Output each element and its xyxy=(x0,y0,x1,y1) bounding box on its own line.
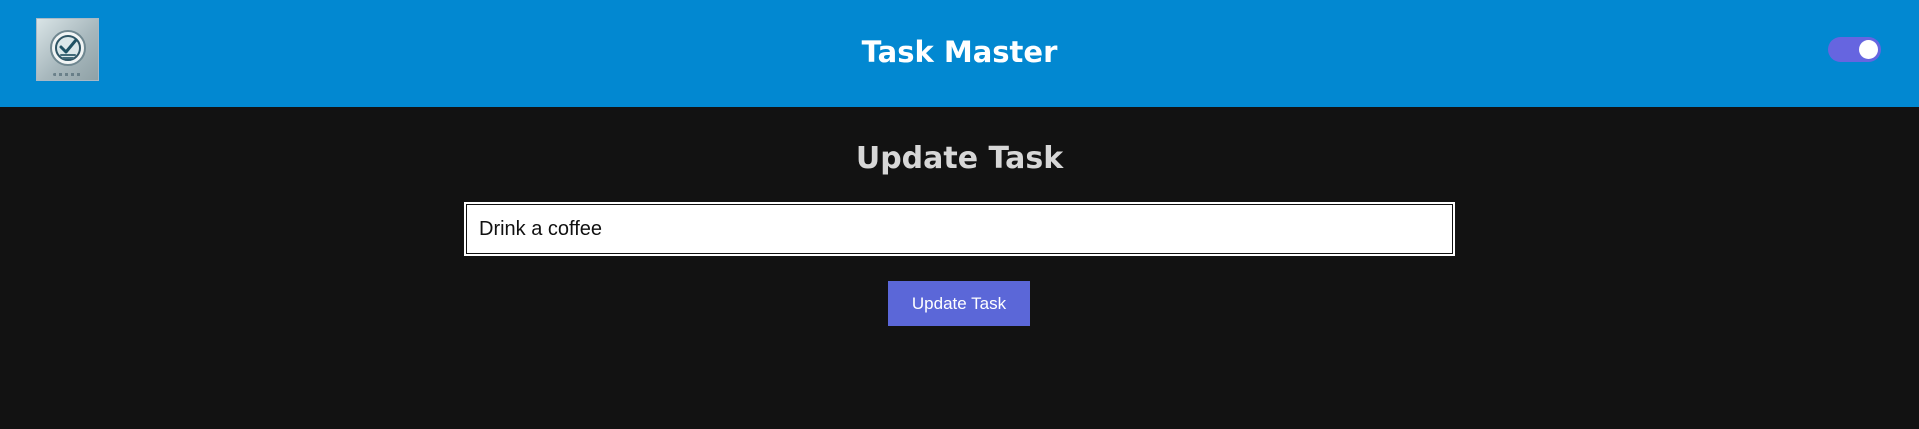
update-task-heading: Update Task xyxy=(855,141,1064,176)
toggle-switch-icon xyxy=(1859,40,1878,59)
update-task-button[interactable]: Update Task xyxy=(888,281,1030,326)
app-title: Task Master xyxy=(861,35,1058,69)
theme-toggle[interactable] xyxy=(1828,37,1881,62)
task-master-app: Task Master Update Task Update Task xyxy=(0,0,1919,429)
main-content: Update Task xyxy=(0,107,1919,429)
app-header: Task Master xyxy=(0,0,1919,107)
task-input[interactable] xyxy=(464,202,1455,256)
